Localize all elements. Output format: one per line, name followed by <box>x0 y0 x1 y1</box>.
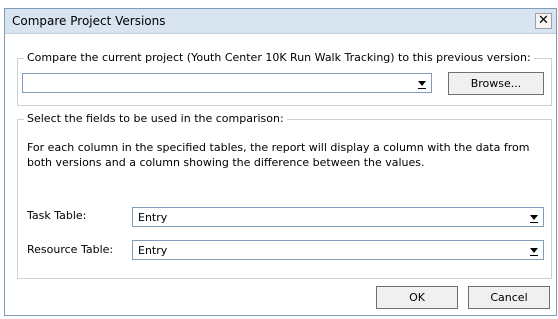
resource-table-label: Resource Table: <box>27 243 114 256</box>
task-table-label: Task Table: <box>27 209 87 222</box>
comparison-description: For each column in the specified tables,… <box>27 141 530 169</box>
task-table-combobox[interactable]: Entry <box>132 207 544 227</box>
cancel-button[interactable]: Cancel <box>468 286 550 309</box>
resource-table-combobox[interactable]: Entry <box>132 240 544 260</box>
comparison-fields-group: Select the fields to be used in the comp… <box>17 112 552 279</box>
dialog-title: Compare Project Versions <box>12 14 166 28</box>
resource-table-value: Entry <box>138 244 168 257</box>
compare-project-versions-dialog: Compare Project Versions ✕ Compare the c… <box>4 8 557 316</box>
chevron-down-icon[interactable] <box>415 76 429 90</box>
previous-version-group: Compare the current project (Youth Cente… <box>17 51 552 106</box>
previous-version-combobox[interactable] <box>22 73 432 93</box>
browse-button[interactable]: Browse... <box>448 72 544 95</box>
comparison-fields-legend: Select the fields to be used in the comp… <box>24 112 287 125</box>
task-table-value: Entry <box>138 211 168 224</box>
title-bar[interactable]: Compare Project Versions ✕ <box>5 9 556 34</box>
previous-version-legend: Compare the current project (Youth Cente… <box>24 51 534 64</box>
ok-button[interactable]: OK <box>376 286 458 309</box>
close-button[interactable]: ✕ <box>535 13 552 29</box>
chevron-down-icon[interactable] <box>527 210 541 224</box>
close-icon: ✕ <box>538 13 549 28</box>
chevron-down-icon[interactable] <box>527 243 541 257</box>
